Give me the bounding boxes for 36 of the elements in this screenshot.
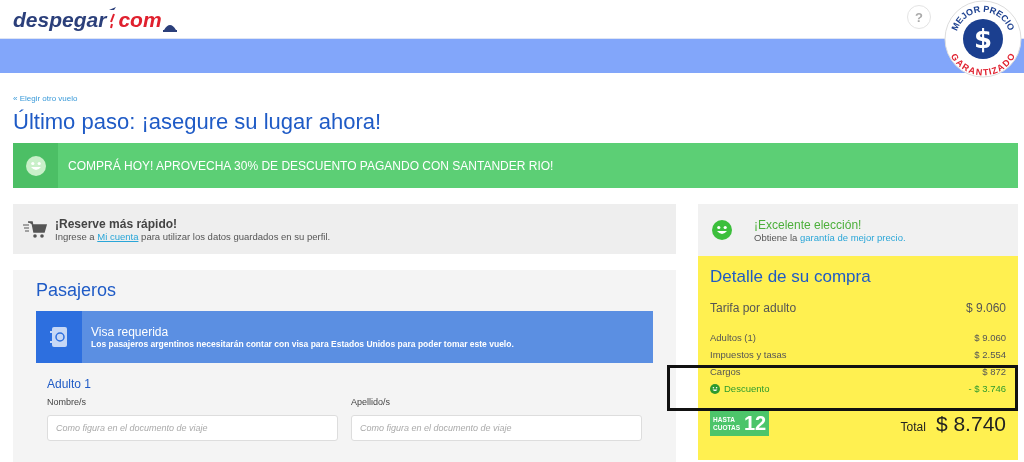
despegar-logo[interactable]: despegar com	[13, 6, 177, 32]
line-amount: $ 9.060	[974, 332, 1006, 343]
line-amount: $ 2.554	[974, 349, 1006, 360]
passenger-heading: Adulto 1	[47, 377, 93, 391]
fare-amount: $ 9.060	[965, 301, 1006, 315]
smiley-icon	[25, 155, 46, 176]
cart-icon	[23, 219, 47, 239]
field-label: Nombre/s	[47, 397, 87, 407]
visa-title: Visa requerida	[91, 325, 170, 339]
promo-text: COMPRÁ HOY! APROVECHA 30% DE DESCUENTO PAGANDO CON SANTANDER RIO!	[68, 158, 554, 173]
summary-title: Detalle de su compra	[710, 267, 872, 287]
passport-icon	[50, 326, 68, 348]
line-label: Descuento	[724, 383, 770, 394]
reserve-text: Ingrese a Mi cuenta para utilizar los datos guardados en su perfil.	[55, 230, 331, 242]
guarantee-text: Obtiene la garantía de mejor precio.	[754, 231, 907, 243]
guarantee-title: ¡Excelente elección!	[754, 217, 863, 232]
smiley-icon	[711, 220, 732, 240]
account-link[interactable]: Mi cuenta	[97, 230, 139, 242]
line-amount: - $ 3.746	[968, 383, 1006, 394]
line-label: Impuestos y tasas	[710, 349, 787, 360]
back-link[interactable]: « Elegir otro vuelo	[13, 94, 78, 103]
name-field[interactable]: Como figura en el documento de viaje	[47, 415, 338, 441]
visa-text: Los pasajeros argentinos necesitarán contar con visa para Estados Unidos para poder tomar este vuelo.	[91, 339, 514, 349]
total-amount: $ 8.740	[935, 411, 1006, 436]
section-title: Pasajeros	[36, 280, 118, 301]
name-field[interactable]: Como figura en el documento de viaje	[351, 415, 642, 441]
reserve-title: ¡Reserve más rápido!	[55, 216, 179, 231]
guarantee-link[interactable]: garantía de mejor precio.	[799, 231, 906, 243]
field-label: Apellido/s	[351, 397, 392, 407]
total-label: Total	[900, 419, 926, 434]
page-title: Último paso: ¡asegure su lugar ahora!	[13, 109, 383, 135]
line-label: Adultos (1)	[710, 332, 756, 343]
smiley-icon	[710, 383, 720, 394]
line-amount: $ 872	[982, 366, 1006, 377]
fare-label: Tarifa por adulto	[710, 301, 797, 315]
line-label: Cargos	[710, 366, 741, 377]
